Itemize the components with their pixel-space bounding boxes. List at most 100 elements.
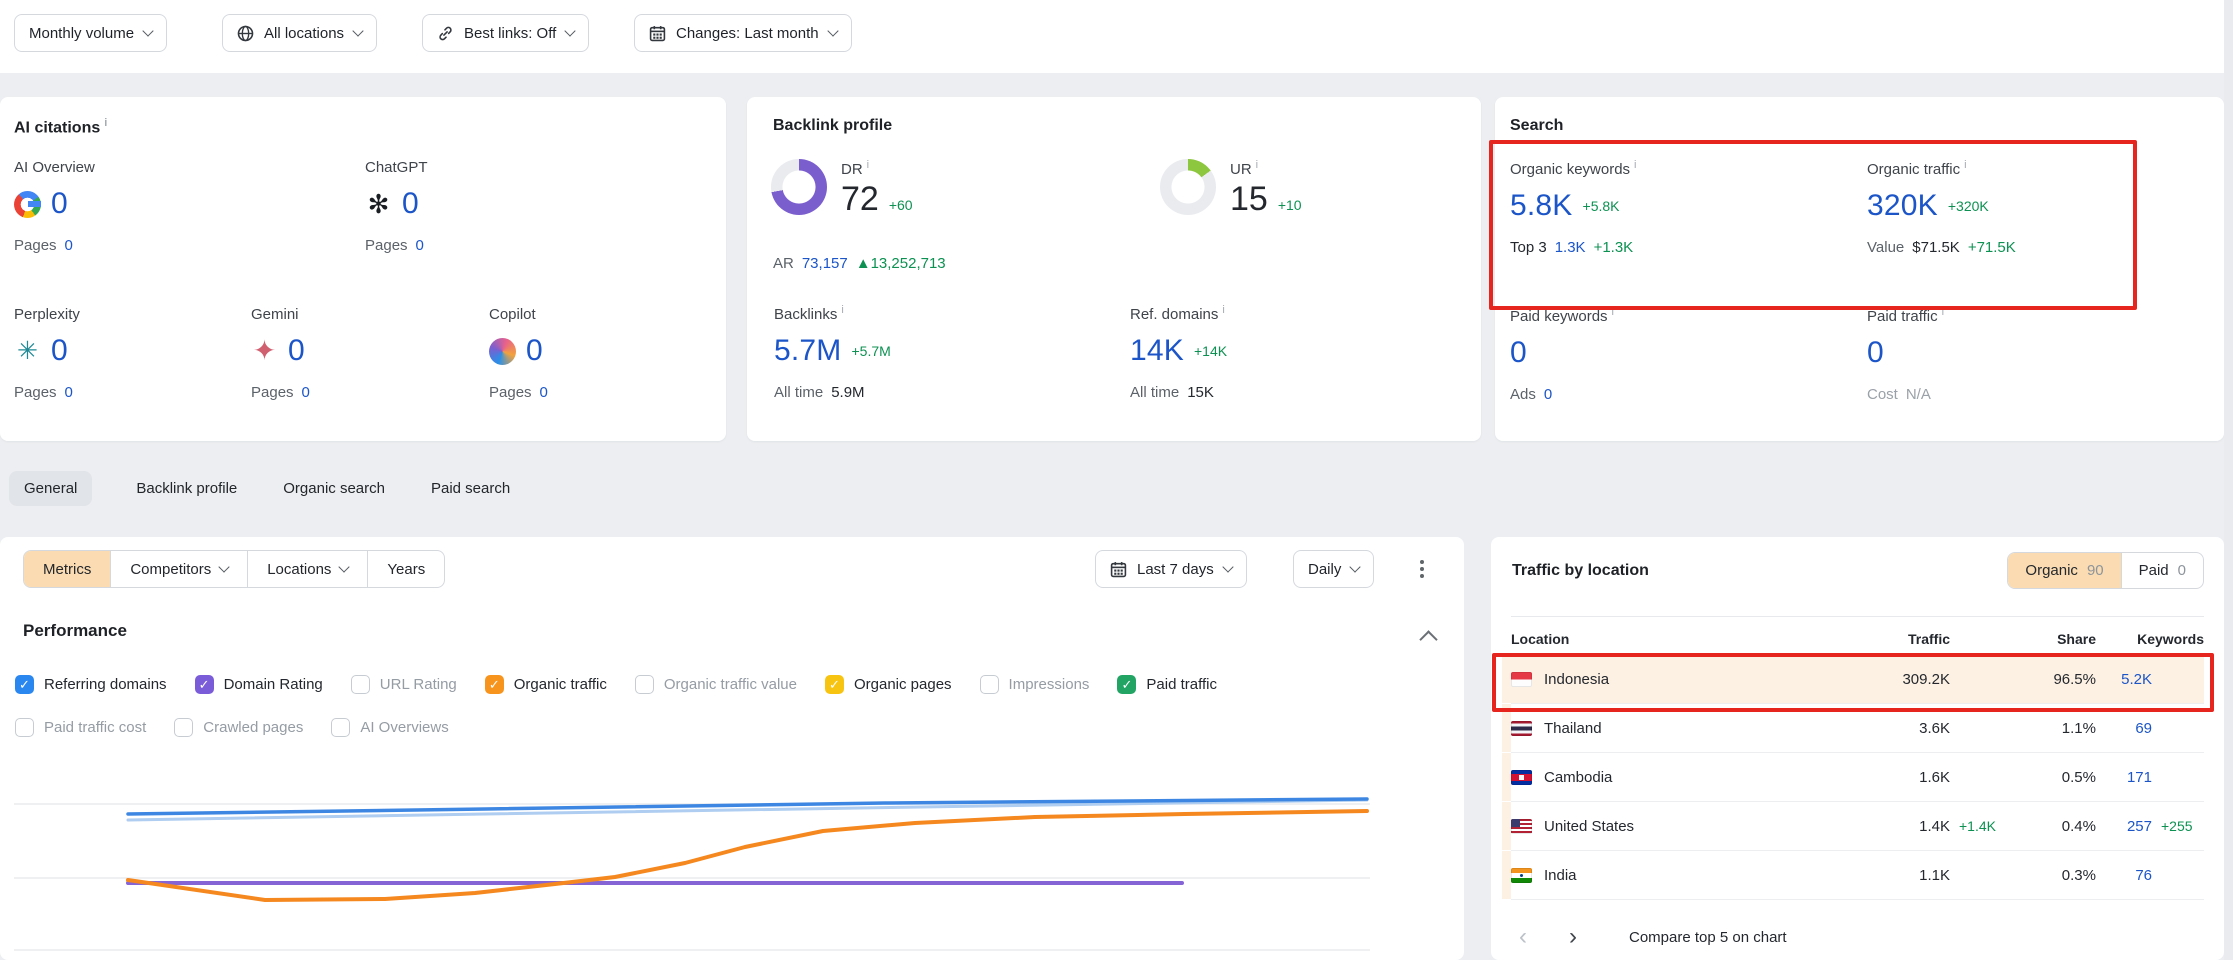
toggle-organic-traffic-value[interactable]: Organic traffic value [635, 675, 797, 694]
organic-keywords-value-link[interactable]: 5.8K [1510, 189, 1573, 223]
indonesia-flag-icon [1511, 672, 1532, 687]
paid-traffic-value-link[interactable]: 0 [1867, 336, 1884, 370]
all-locations-dropdown[interactable]: All locations [222, 14, 377, 52]
col-location[interactable]: Location [1511, 631, 1872, 647]
prev-page-icon[interactable]: ‹ [1511, 925, 1535, 949]
value-label: Value [1867, 239, 1904, 256]
checkbox-icon [331, 718, 350, 737]
info-icon[interactable] [1608, 308, 1614, 325]
info-icon[interactable] [100, 119, 107, 136]
segment-competitors[interactable]: Competitors [110, 551, 247, 587]
organic-toggle-button[interactable]: Organic90 [2008, 553, 2120, 588]
dr-label: DR [841, 159, 913, 178]
info-icon[interactable] [863, 161, 869, 178]
copilot-icon [489, 338, 516, 365]
toggle-impressions[interactable]: Impressions [980, 675, 1090, 694]
table-row-united-states[interactable]: United States 1.4K +1.4K 0.4% 257 +255 [1511, 802, 2204, 851]
changes-dropdown[interactable]: Changes: Last month [634, 14, 852, 52]
chevron-down-icon [1350, 561, 1361, 572]
organic-traffic-value-link[interactable]: 320K [1867, 189, 1938, 223]
toggle-crawled-pages[interactable]: Crawled pages [174, 718, 303, 737]
checkbox-icon [635, 675, 654, 694]
keywords-count-link[interactable]: 69 [2096, 720, 2152, 737]
granularity-label: Daily [1308, 561, 1341, 578]
traffic-by-location-title: Traffic by location [1512, 562, 1649, 580]
paid-keywords-value-link[interactable]: 0 [1510, 336, 1527, 370]
ads-count-link[interactable]: 0 [1544, 386, 1552, 403]
top3-delta: +1.3K [1594, 239, 1634, 256]
date-range-dropdown[interactable]: Last 7 days [1095, 550, 1247, 588]
pages-count-link[interactable]: 0 [302, 384, 310, 401]
monthly-volume-dropdown[interactable]: Monthly volume [14, 14, 167, 52]
traffic-value: 3.6K [1872, 720, 1950, 737]
citations-count-link[interactable]: 0 [402, 187, 419, 221]
info-icon[interactable] [1252, 161, 1258, 178]
chevron-down-icon [352, 25, 363, 36]
toggle-paid-traffic[interactable]: Paid traffic [1117, 675, 1217, 694]
chevron-down-icon [1222, 561, 1233, 572]
pages-count-link[interactable]: 0 [65, 237, 73, 254]
toggle-paid-traffic-cost[interactable]: Paid traffic cost [15, 718, 146, 737]
citations-count-link[interactable]: 0 [51, 334, 68, 368]
toggle-organic-traffic[interactable]: Organic traffic [485, 675, 607, 694]
location-table-header: Location Traffic Share Keywords [1511, 625, 2204, 653]
top3-value-link[interactable]: 1.3K [1555, 239, 1586, 256]
tab-backlink-profile[interactable]: Backlink profile [134, 471, 239, 506]
citations-count-link[interactable]: 0 [526, 334, 543, 368]
segment-metrics[interactable]: Metrics [24, 551, 110, 587]
toggle-url-rating[interactable]: URL Rating [351, 675, 457, 694]
ar-value-link[interactable]: 73,157 [802, 255, 848, 272]
backlinks-value-link[interactable]: 5.7M [774, 334, 842, 368]
chevron-down-icon [219, 561, 230, 572]
info-icon[interactable] [1960, 161, 1966, 178]
pages-label: Pages [365, 237, 408, 254]
best-links-dropdown[interactable]: Best links: Off [422, 14, 589, 52]
info-icon[interactable] [1630, 161, 1636, 178]
tab-general[interactable]: General [9, 471, 92, 506]
scrollbar-track[interactable] [2224, 0, 2233, 960]
table-row-cambodia[interactable]: Cambodia 1.6K 0.5% 171 [1511, 753, 2204, 802]
table-row-indonesia[interactable]: Indonesia 309.2K 96.5% 5.2K [1511, 655, 2204, 704]
info-icon[interactable] [1938, 308, 1944, 325]
calendar-icon [1110, 561, 1127, 578]
more-options-icon[interactable] [1420, 567, 1424, 571]
info-icon[interactable] [1218, 306, 1224, 323]
keywords-count-link[interactable]: 5.2K [2096, 671, 2152, 688]
segment-years[interactable]: Years [367, 551, 444, 587]
checkbox-icon [485, 675, 504, 694]
compare-top5-link[interactable]: Compare top 5 on chart [1629, 929, 1787, 946]
google-icon [14, 191, 41, 218]
table-row-thailand[interactable]: Thailand 3.6K 1.1% 69 [1511, 704, 2204, 753]
citations-count-link[interactable]: 0 [51, 187, 68, 221]
segment-locations[interactable]: Locations [247, 551, 367, 587]
tab-organic-search[interactable]: Organic search [281, 471, 387, 506]
col-share[interactable]: Share [2008, 631, 2096, 647]
pages-count-link[interactable]: 0 [416, 237, 424, 254]
keywords-count-link[interactable]: 171 [2096, 769, 2152, 786]
cambodia-flag-icon [1511, 770, 1532, 785]
organic-keywords-metric: Organic keywords 5.8K+5.8K Top 31.3K+1.3… [1510, 159, 1840, 256]
toggle-organic-pages[interactable]: Organic pages [825, 675, 952, 694]
toggle-referring-domains[interactable]: Referring domains [15, 675, 167, 694]
table-row-india[interactable]: India 1.1K 0.3% 76 [1511, 851, 2204, 900]
ai-citations-card: AI citations AI Overview 0 Pages0 ChatGP… [0, 97, 726, 441]
next-page-icon[interactable]: › [1561, 925, 1585, 949]
pages-count-link[interactable]: 0 [65, 384, 73, 401]
col-keywords[interactable]: Keywords [2096, 631, 2204, 647]
granularity-dropdown[interactable]: Daily [1293, 550, 1374, 588]
citations-count-link[interactable]: 0 [288, 334, 305, 368]
keywords-count-link[interactable]: 257 [2096, 818, 2152, 835]
gemini-metric: Gemini 0 Pages0 [251, 306, 471, 401]
pages-count-link[interactable]: 0 [540, 384, 548, 401]
paid-toggle-button[interactable]: Paid0 [2121, 553, 2203, 588]
tab-paid-search[interactable]: Paid search [429, 471, 512, 506]
keywords-count-link[interactable]: 76 [2096, 867, 2152, 884]
col-traffic[interactable]: Traffic [1872, 631, 1950, 647]
collapse-section-icon[interactable] [1419, 630, 1437, 648]
info-icon[interactable] [837, 306, 843, 323]
ref-domains-value-link[interactable]: 14K [1130, 334, 1184, 368]
toggle-ai-overviews[interactable]: AI Overviews [331, 718, 448, 737]
ahrefs-rank-row: AR 73,157 ▲13,252,713 [773, 255, 946, 272]
traffic-value-amount: $71.5K [1912, 239, 1960, 256]
toggle-domain-rating[interactable]: Domain Rating [195, 675, 323, 694]
